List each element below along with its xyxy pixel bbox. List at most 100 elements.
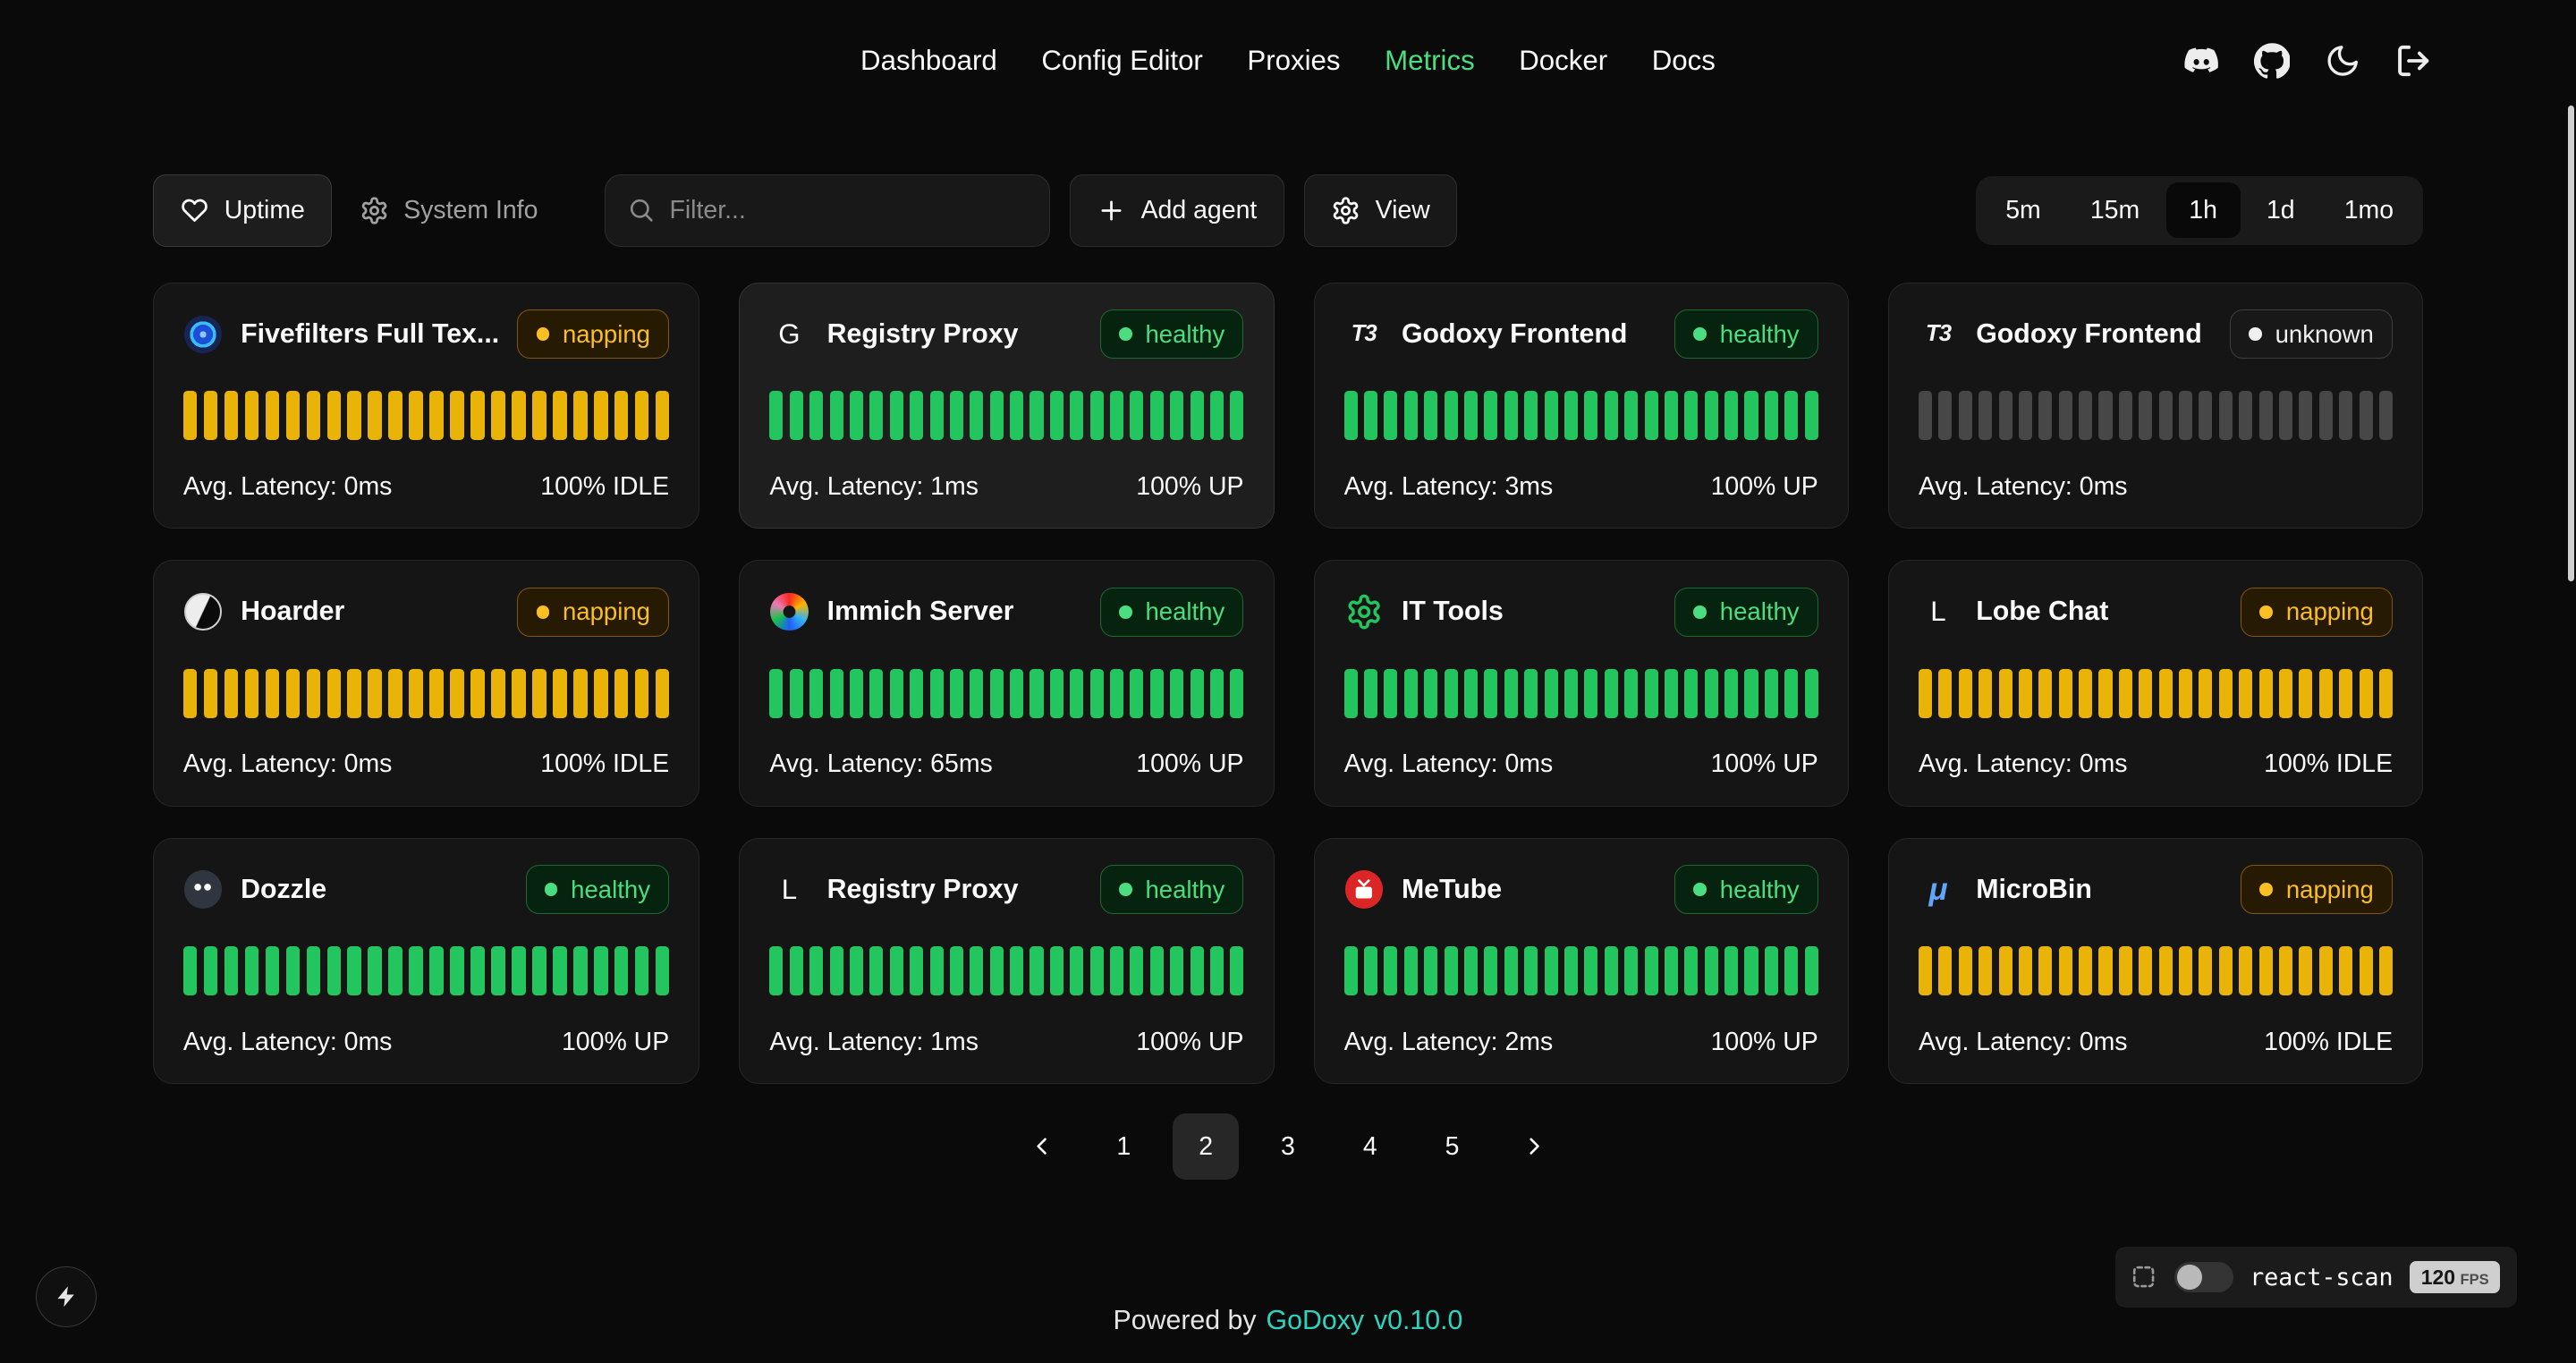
uptime-bar[interactable] <box>2360 391 2373 440</box>
nav-item-docs[interactable]: Docs <box>1652 45 1716 77</box>
uptime-bar[interactable] <box>1724 391 1738 440</box>
scrollbar-thumb[interactable] <box>2568 106 2574 582</box>
uptime-bar[interactable] <box>656 669 670 718</box>
uptime-bar[interactable] <box>830 391 843 440</box>
uptime-bar[interactable] <box>409 391 423 440</box>
uptime-bar[interactable] <box>388 391 402 440</box>
uptime-bar[interactable] <box>1090 946 1104 995</box>
uptime-bar[interactable] <box>1150 669 1164 718</box>
uptime-bar[interactable] <box>1684 669 1698 718</box>
uptime-bar[interactable] <box>2279 391 2292 440</box>
uptime-bar[interactable] <box>2299 391 2312 440</box>
uptime-bar[interactable] <box>850 669 863 718</box>
uptime-bar[interactable] <box>635 946 649 995</box>
uptime-bar[interactable] <box>1959 669 1972 718</box>
uptime-bar[interactable] <box>1384 946 1397 995</box>
uptime-bar[interactable] <box>950 669 963 718</box>
uptime-bar[interactable] <box>656 391 670 440</box>
uptime-bar[interactable] <box>2159 391 2173 440</box>
uptime-bar[interactable] <box>327 946 342 995</box>
uptime-bar[interactable] <box>1090 669 1104 718</box>
uptime-bar[interactable] <box>1010 391 1023 440</box>
uptime-bar[interactable] <box>327 669 342 718</box>
uptime-bar[interactable] <box>1030 669 1043 718</box>
uptime-bar[interactable] <box>1744 669 1758 718</box>
uptime-bar[interactable] <box>450 946 464 995</box>
uptime-card-godoxy-frontend[interactable]: T3Godoxy FrontendhealthyAvg. Latency: 3m… <box>1314 283 1849 529</box>
uptime-bar[interactable] <box>1230 946 1243 995</box>
uptime-bar[interactable] <box>1724 946 1738 995</box>
uptime-bar[interactable] <box>532 669 547 718</box>
uptime-bar[interactable] <box>1624 669 1638 718</box>
uptime-bar[interactable] <box>1665 946 1678 995</box>
uptime-bar[interactable] <box>1784 946 1798 995</box>
uptime-bar[interactable] <box>429 391 444 440</box>
uptime-bar[interactable] <box>1424 669 1437 718</box>
uptime-bar[interactable] <box>1230 391 1243 440</box>
uptime-bar[interactable] <box>2098 946 2112 995</box>
uptime-bar[interactable] <box>1404 946 1418 995</box>
page-button-1[interactable]: 1 <box>1091 1113 1157 1179</box>
uptime-bar[interactable] <box>2119 669 2132 718</box>
uptime-bar[interactable] <box>1545 669 1558 718</box>
uptime-bar[interactable] <box>790 391 803 440</box>
uptime-bar[interactable] <box>1979 946 1992 995</box>
uptime-bar[interactable] <box>1564 669 1578 718</box>
uptime-bar[interactable] <box>2299 946 2312 995</box>
uptime-bar[interactable] <box>594 391 608 440</box>
uptime-bar[interactable] <box>2179 391 2192 440</box>
uptime-bar[interactable] <box>2259 669 2273 718</box>
uptime-bar[interactable] <box>183 946 198 995</box>
uptime-bar[interactable] <box>1624 946 1638 995</box>
uptime-bar[interactable] <box>266 391 280 440</box>
uptime-bar[interactable] <box>1765 391 1778 440</box>
uptime-bar[interactable] <box>614 391 629 440</box>
uptime-bar[interactable] <box>1524 391 1538 440</box>
uptime-bar[interactable] <box>1605 669 1618 718</box>
uptime-bar[interactable] <box>970 669 983 718</box>
uptime-bar[interactable] <box>2139 946 2152 995</box>
uptime-bar[interactable] <box>245 391 259 440</box>
uptime-bar[interactable] <box>307 391 321 440</box>
uptime-bar[interactable] <box>1959 391 1972 440</box>
uptime-bar[interactable] <box>553 946 567 995</box>
uptime-bar[interactable] <box>869 669 883 718</box>
uptime-bar[interactable] <box>990 669 1004 718</box>
uptime-bar[interactable] <box>2038 391 2052 440</box>
uptime-bar[interactable] <box>429 946 444 995</box>
previous-page-button[interactable] <box>1009 1113 1074 1179</box>
uptime-bar[interactable] <box>1384 391 1397 440</box>
uptime-bar[interactable] <box>1030 391 1043 440</box>
uptime-bar[interactable] <box>2059 946 2072 995</box>
uptime-bar[interactable] <box>1919 669 1932 718</box>
page-button-3[interactable]: 3 <box>1255 1113 1320 1179</box>
uptime-bar[interactable] <box>307 946 321 995</box>
uptime-bar[interactable] <box>1765 946 1778 995</box>
view-button[interactable]: View <box>1304 174 1457 247</box>
uptime-bar[interactable] <box>553 391 567 440</box>
uptime-bar[interactable] <box>769 669 783 718</box>
uptime-bar[interactable] <box>1605 946 1618 995</box>
uptime-bar[interactable] <box>429 669 444 718</box>
uptime-bar[interactable] <box>368 669 382 718</box>
uptime-bar[interactable] <box>1464 391 1478 440</box>
uptime-bar[interactable] <box>1170 391 1183 440</box>
uptime-bar[interactable] <box>2119 946 2132 995</box>
uptime-bar[interactable] <box>470 391 485 440</box>
uptime-bar[interactable] <box>1645 946 1658 995</box>
uptime-bar[interactable] <box>1805 391 1818 440</box>
uptime-bar[interactable] <box>512 946 526 995</box>
uptime-bar[interactable] <box>1684 391 1698 440</box>
uptime-bar[interactable] <box>1191 391 1204 440</box>
uptime-card-microbin[interactable]: μMicroBinnappingAvg. Latency: 0ms100% ID… <box>1888 838 2423 1085</box>
uptime-bar[interactable] <box>2199 946 2212 995</box>
uptime-bar[interactable] <box>1805 946 1818 995</box>
uptime-bar[interactable] <box>809 391 823 440</box>
uptime-bar[interactable] <box>2199 391 2212 440</box>
uptime-bar[interactable] <box>910 946 923 995</box>
nav-item-metrics[interactable]: Metrics <box>1385 45 1475 77</box>
uptime-bar[interactable] <box>1979 669 1992 718</box>
uptime-bar[interactable] <box>1130 391 1143 440</box>
uptime-card-metube[interactable]: MeTubehealthyAvg. Latency: 2ms100% UP <box>1314 838 1849 1085</box>
uptime-bar[interactable] <box>1464 946 1478 995</box>
